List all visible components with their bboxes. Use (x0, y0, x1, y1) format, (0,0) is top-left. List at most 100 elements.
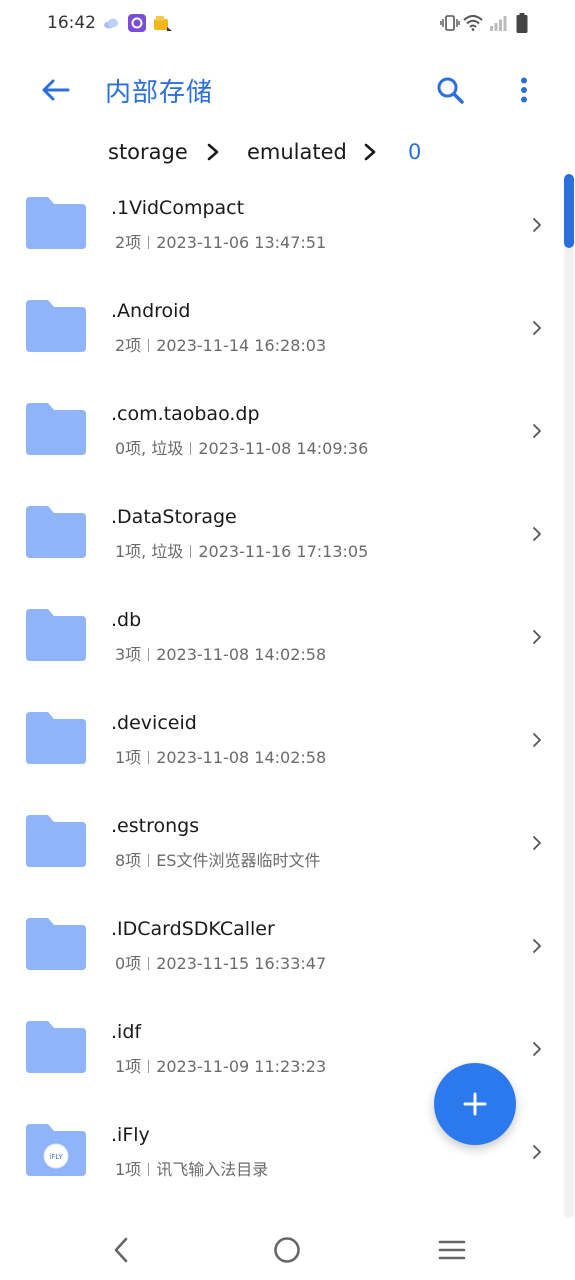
scrollbar-thumb[interactable] (564, 174, 574, 248)
item-count: 0项 (115, 954, 142, 973)
chevron-right-icon (533, 218, 541, 232)
chevron-right-icon (533, 630, 541, 644)
chevron-right-icon (533, 836, 541, 850)
chevron-right-icon (533, 527, 541, 541)
arrow-left-icon (42, 79, 70, 101)
item-count: 1项 (115, 1160, 142, 1179)
list-item[interactable]: .estrongs 8项 ES文件浏览器临时文件 (0, 779, 560, 882)
status-time: 16:42 (47, 13, 96, 33)
ifly-folder-icon: iFLY (26, 1124, 86, 1176)
nav-recents-button[interactable] (432, 1230, 472, 1270)
chevron-right-icon (533, 1145, 541, 1159)
file-name: .IDCardSDKCaller (111, 918, 275, 940)
item-count: 0项, 垃圾 (115, 439, 184, 458)
item-count: 1项 (115, 1057, 142, 1076)
file-name: .deviceid (111, 712, 197, 734)
file-name: .db (111, 609, 142, 631)
folder-icon (26, 300, 86, 352)
add-button[interactable] (434, 1063, 516, 1145)
item-detail: 讯飞输入法目录 (156, 1160, 269, 1179)
file-name: .Android (111, 300, 191, 322)
app-bar: 内部存储 (0, 56, 575, 122)
status-bar: 16:42 (0, 0, 575, 48)
page-title: 内部存储 (105, 78, 214, 108)
file-meta: 0项, 垃圾 2023-11-08 14:09:36 (115, 435, 368, 459)
item-detail: 2023-11-08 14:02:58 (156, 645, 327, 664)
nav-back-button[interactable] (101, 1230, 141, 1270)
item-detail: 2023-11-08 14:02:58 (156, 748, 327, 767)
item-detail: 2023-11-06 13:47:51 (156, 233, 327, 252)
item-detail: ES文件浏览器临时文件 (156, 851, 321, 870)
item-detail: 2023-11-15 16:33:47 (156, 954, 327, 973)
file-meta: 1项 2023-11-09 11:23:23 (115, 1053, 326, 1077)
plus-icon (463, 1092, 487, 1116)
package-notification-icon (152, 12, 174, 34)
chevron-right-icon (533, 939, 541, 953)
more-options-button[interactable] (502, 68, 546, 112)
list-item[interactable]: .1VidCompact 2项 2023-11-06 13:47:51 (0, 161, 560, 264)
folder-icon (26, 403, 86, 455)
back-button[interactable] (34, 68, 78, 112)
item-count: 8项 (115, 851, 142, 870)
more-vertical-icon (521, 77, 527, 103)
file-name: .idf (111, 1021, 142, 1043)
list-item[interactable]: .db 3项 2023-11-08 14:02:58 (0, 573, 560, 676)
folder-icon (26, 609, 86, 661)
item-count: 2项 (115, 336, 142, 355)
item-detail: 2023-11-14 16:28:03 (156, 336, 327, 355)
chevron-right-icon (533, 1042, 541, 1056)
file-meta: 8项 ES文件浏览器临时文件 (115, 847, 320, 871)
file-name: .com.taobao.dp (111, 403, 260, 425)
item-count: 1项 (115, 748, 142, 767)
file-meta: 1项 讯飞输入法目录 (115, 1156, 268, 1180)
file-meta: 1项 2023-11-08 14:02:58 (115, 744, 326, 768)
weather-cloud-icon (102, 12, 120, 34)
breadcrumb-chevron-icon (364, 143, 376, 161)
file-meta: 2项 2023-11-06 13:47:51 (115, 229, 326, 253)
list-item[interactable]: .com.taobao.dp 0项, 垃圾 2023-11-08 14:09:36 (0, 367, 560, 470)
nav-back-icon (114, 1237, 128, 1263)
folder-icon (26, 506, 86, 558)
breadcrumb-chevron-icon (207, 143, 219, 161)
item-count: 3项 (115, 645, 142, 664)
item-count: 1项, 垃圾 (115, 542, 184, 561)
file-meta: 3项 2023-11-08 14:02:58 (115, 641, 326, 665)
item-detail: 2023-11-09 11:23:23 (156, 1057, 327, 1076)
file-meta: 1项, 垃圾 2023-11-16 17:13:05 (115, 538, 368, 562)
navigation-bar (0, 1218, 575, 1280)
file-meta: 0项 2023-11-15 16:33:47 (115, 950, 326, 974)
file-name: .iFly (111, 1124, 150, 1146)
list-item[interactable]: .IDCardSDKCaller 0项 2023-11-15 16:33:47 (0, 882, 560, 985)
vibrate-icon (440, 12, 460, 34)
chevron-right-icon (533, 424, 541, 438)
folder-icon (26, 1021, 86, 1073)
battery-icon (513, 12, 531, 34)
chevron-right-icon (533, 321, 541, 335)
search-button[interactable] (428, 68, 472, 112)
file-name: .estrongs (111, 815, 200, 837)
folder-icon (26, 712, 86, 764)
folder-icon (26, 197, 86, 249)
scrollbar-track[interactable] (564, 174, 574, 1218)
folder-icon (26, 918, 86, 970)
nav-recents-icon (438, 1240, 466, 1260)
item-detail: 2023-11-08 14:09:36 (198, 439, 369, 458)
folder-icon (26, 815, 86, 867)
list-item[interactable]: .DataStorage 1项, 垃圾 2023-11-16 17:13:05 (0, 470, 560, 573)
svg-text:iFLY: iFLY (49, 1153, 63, 1161)
file-name: .DataStorage (111, 506, 237, 528)
file-meta: 2项 2023-11-14 16:28:03 (115, 332, 326, 356)
list-item[interactable]: .deviceid 1项 2023-11-08 14:02:58 (0, 676, 560, 779)
chevron-right-icon (533, 733, 541, 747)
wifi-icon (462, 12, 484, 34)
app-notification-icon (127, 12, 147, 34)
list-item[interactable]: .Android 2项 2023-11-14 16:28:03 (0, 264, 560, 367)
item-count: 2项 (115, 233, 142, 252)
nav-home-icon (274, 1237, 300, 1263)
signal-icon (488, 12, 508, 34)
search-icon (437, 77, 464, 104)
file-name: .1VidCompact (111, 197, 245, 219)
item-detail: 2023-11-16 17:13:05 (198, 542, 369, 561)
file-list: .1VidCompact 2项 2023-11-06 13:47:51 .Andr… (0, 161, 575, 1211)
nav-home-button[interactable] (267, 1230, 307, 1270)
